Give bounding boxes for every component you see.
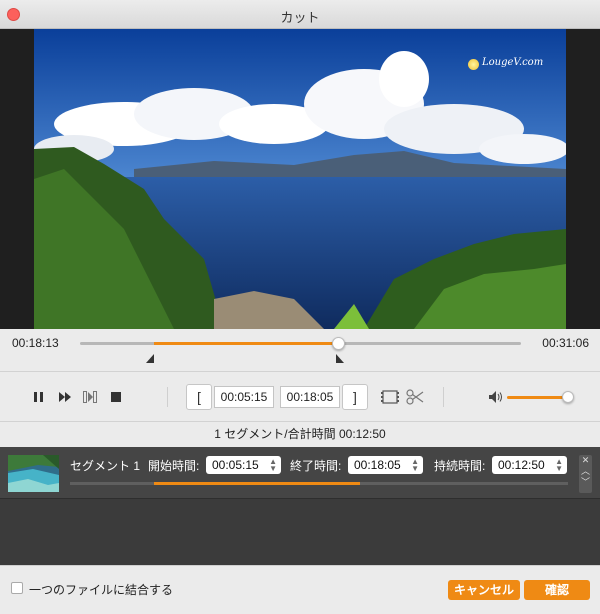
current-time: 00:18:13 xyxy=(12,336,59,350)
fast-forward-icon[interactable] xyxy=(58,389,72,405)
start-time-field[interactable]: 00:05:15 xyxy=(214,386,274,408)
chevron-up-icon[interactable]: ︿ xyxy=(579,466,592,477)
cancel-button[interactable]: キャンセル xyxy=(448,580,520,600)
segment-track xyxy=(70,482,568,485)
next-frame-icon[interactable] xyxy=(82,389,97,405)
stepper-icon[interactable]: ▲ ▼ xyxy=(269,458,277,473)
segment-thumbnail xyxy=(8,455,59,492)
title-bar: カット xyxy=(0,0,600,29)
segment-range xyxy=(154,482,360,485)
total-time: 00:31:06 xyxy=(542,336,589,350)
volume-icon[interactable] xyxy=(489,389,503,405)
control-bar: [ 00:05:15 00:18:05 ] xyxy=(0,371,600,421)
volume-slider-knob[interactable] xyxy=(562,391,574,403)
timeline: 00:18:13 00:31:06 xyxy=(0,329,600,371)
timeline-track[interactable] xyxy=(80,337,521,350)
pause-icon[interactable] xyxy=(32,389,44,405)
end-time-field[interactable]: 00:18:05 xyxy=(280,386,340,408)
segment-summary: 1 セグメント/合計時間 00:12:50 xyxy=(0,421,600,447)
segment-end-label: 終了時間: xyxy=(290,459,342,473)
set-end-button[interactable]: ] xyxy=(342,384,368,410)
video-frame-image xyxy=(34,29,566,329)
segment-name: セグメント 1 xyxy=(70,459,141,473)
stepper-icon[interactable]: ▲ ▼ xyxy=(411,458,419,473)
chevron-down-icon[interactable]: ﹀ xyxy=(579,477,592,488)
volume-slider-track[interactable] xyxy=(507,396,569,399)
delete-icon[interactable]: ✕ xyxy=(579,455,592,466)
segment-list: セグメント 1 開始時間: 00:05:15 ▲ ▼ 終了時間: 00:18:05… xyxy=(0,447,600,565)
merge-label[interactable]: 一つのファイルに結合する xyxy=(29,581,173,598)
merge-checkbox[interactable] xyxy=(11,582,23,594)
set-start-button[interactable]: [ xyxy=(186,384,212,410)
segment-side-controls[interactable]: ✕ ︿ ﹀ xyxy=(579,455,592,493)
video-preview: LougeV.com xyxy=(0,29,600,329)
segment-start-value: 00:05:15 xyxy=(212,458,259,472)
segment-duration-label: 持続時間: xyxy=(434,459,486,473)
playhead-knob[interactable] xyxy=(332,337,346,350)
segment-start-label: 開始時間: xyxy=(148,459,200,473)
end-marker-handle[interactable] xyxy=(336,354,345,363)
segment-start-field[interactable]: 00:05:15 ▲ ▼ xyxy=(206,456,281,474)
divider xyxy=(167,387,168,407)
segment-duration-field[interactable]: 00:12:50 ▲ ▼ xyxy=(492,456,567,474)
segment-end-value: 00:18:05 xyxy=(354,458,401,472)
selected-range xyxy=(154,342,337,345)
film-icon[interactable] xyxy=(381,389,399,405)
sun-icon xyxy=(468,59,479,70)
stop-icon[interactable] xyxy=(110,389,122,405)
segment-end-field[interactable]: 00:18:05 ▲ ▼ xyxy=(348,456,423,474)
divider xyxy=(443,387,444,407)
segment-duration-value: 00:12:50 xyxy=(498,458,545,472)
watermark-text: LougeV.com xyxy=(482,57,544,68)
ok-button[interactable]: 確認 xyxy=(524,580,590,600)
stepper-icon[interactable]: ▲ ▼ xyxy=(555,458,563,473)
footer: 一つのファイルに結合する キャンセル 確認 xyxy=(0,565,600,614)
window-title: カット xyxy=(280,10,320,25)
segment-row[interactable]: セグメント 1 開始時間: 00:05:15 ▲ ▼ 終了時間: 00:18:05… xyxy=(0,447,600,499)
start-marker-handle[interactable] xyxy=(146,354,155,363)
scissors-icon[interactable] xyxy=(406,389,424,405)
watermark: LougeV.com xyxy=(468,57,548,73)
